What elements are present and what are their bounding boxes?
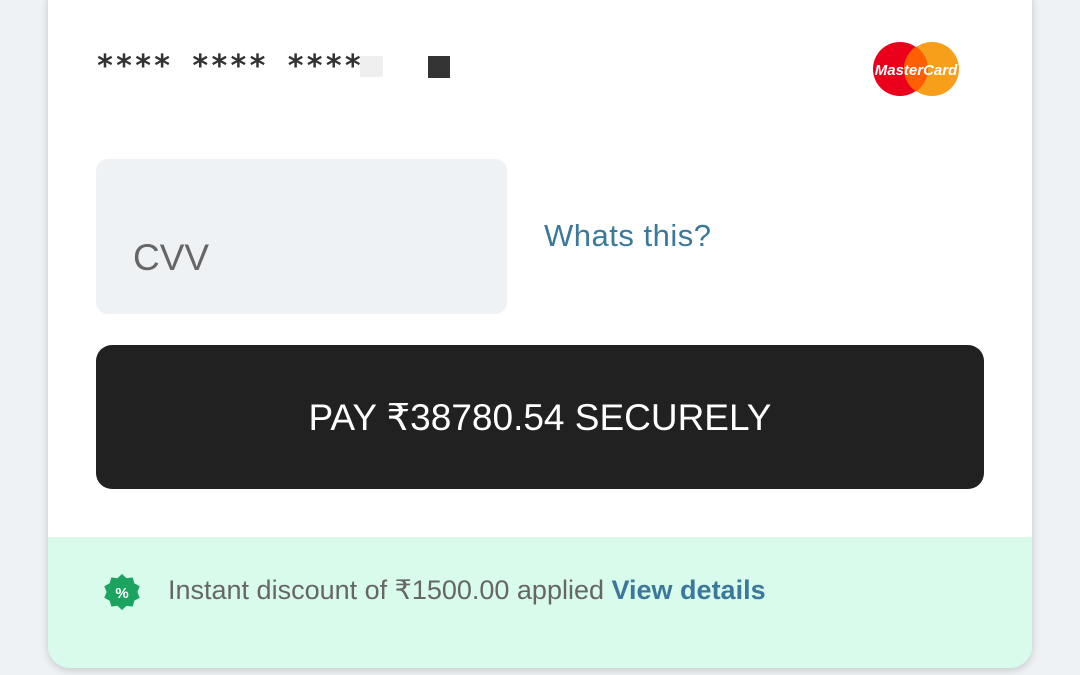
cvv-input[interactable]: CVV (96, 159, 507, 314)
discount-text: Instant discount of ₹1500.00 applied (168, 575, 604, 605)
discount-message: Instant discount of ₹1500.00 applied Vie… (168, 575, 766, 606)
pay-button-label: PAY ₹38780.54 SECURELY (308, 396, 772, 438)
saved-card-panel: **** **** **** MasterCard CVV Whats this… (48, 0, 1032, 668)
card-number-row: **** **** **** (96, 44, 363, 88)
mastercard-logo-icon: MasterCard (873, 42, 959, 96)
view-details-link[interactable]: View details (612, 575, 766, 605)
whats-this-link[interactable]: Whats this? (544, 218, 711, 254)
percent-badge-icon: % (104, 574, 140, 610)
card-expiry-placeholder (360, 56, 383, 77)
discount-banner: % Instant discount of ₹1500.00 applied V… (48, 537, 1032, 668)
masked-card-number: **** **** **** (96, 48, 363, 84)
card-last-digits-placeholder (428, 56, 450, 78)
svg-text:%: % (115, 585, 128, 602)
cvv-placeholder: CVV (133, 237, 210, 278)
pay-securely-button[interactable]: PAY ₹38780.54 SECURELY (96, 345, 984, 489)
mastercard-wordmark: MasterCard (875, 62, 958, 79)
